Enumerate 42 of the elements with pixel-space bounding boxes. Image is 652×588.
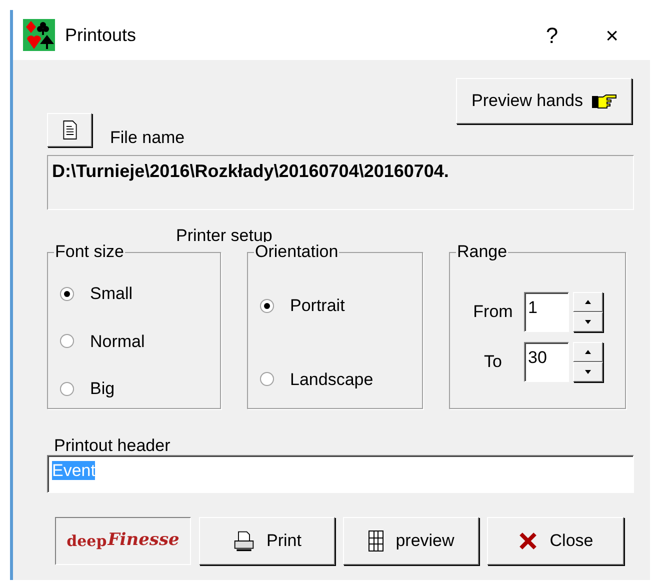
up-arrow-icon [585, 300, 591, 304]
close-dialog-button[interactable]: Close [487, 517, 624, 565]
open-file-button[interactable] [47, 113, 92, 147]
field-label: File name [110, 127, 185, 149]
radio-option[interactable]: Normal [60, 328, 208, 354]
help-button[interactable]: ? [522, 18, 582, 52]
radio-button[interactable] [60, 286, 74, 301]
path-field: D:\Turnieje\2016\Rozkłady\20160704\20160704. [47, 154, 634, 210]
radio-button[interactable] [260, 372, 274, 386]
spin-up-button[interactable] [573, 292, 603, 312]
field-label: Printout header [54, 437, 172, 455]
radio-option[interactable]: Landscape [260, 366, 410, 392]
preview-button[interactable]: preview [343, 517, 479, 565]
section-title: Printer setup [176, 224, 274, 244]
print-button[interactable]: Print [199, 517, 335, 565]
down-arrow-icon [585, 320, 591, 324]
logo[interactable]: deepFinesse [55, 517, 191, 565]
printer-icon [232, 530, 255, 552]
document-icon [60, 120, 78, 140]
radio-button[interactable] [260, 298, 274, 313]
spin-field[interactable]: 1 [524, 292, 569, 332]
cards-icon [23, 19, 55, 51]
radio-option[interactable]: Portrait [260, 293, 410, 318]
cross-icon [518, 531, 538, 551]
up-arrow-icon [585, 350, 591, 354]
spin-field[interactable]: 30 [524, 342, 569, 382]
group-title: Range [456, 242, 508, 262]
spin-label: From [472, 301, 514, 324]
window-title: Printouts [65, 24, 136, 46]
spin-down-button[interactable] [573, 362, 603, 382]
radio-button[interactable] [60, 382, 74, 396]
pointing-hand-icon [591, 93, 617, 109]
spin-up-button[interactable] [573, 342, 603, 362]
spin-label: To [483, 351, 503, 374]
spin-down-button[interactable] [573, 312, 603, 332]
preview-hands-button[interactable]: Preview hands [456, 78, 632, 124]
down-arrow-icon [585, 370, 591, 374]
grid-icon [368, 530, 384, 552]
radio-option[interactable]: Big [60, 376, 208, 402]
radio-option[interactable]: Small [60, 281, 208, 306]
radio-button[interactable] [60, 334, 74, 348]
close-button[interactable]: × [582, 18, 642, 52]
